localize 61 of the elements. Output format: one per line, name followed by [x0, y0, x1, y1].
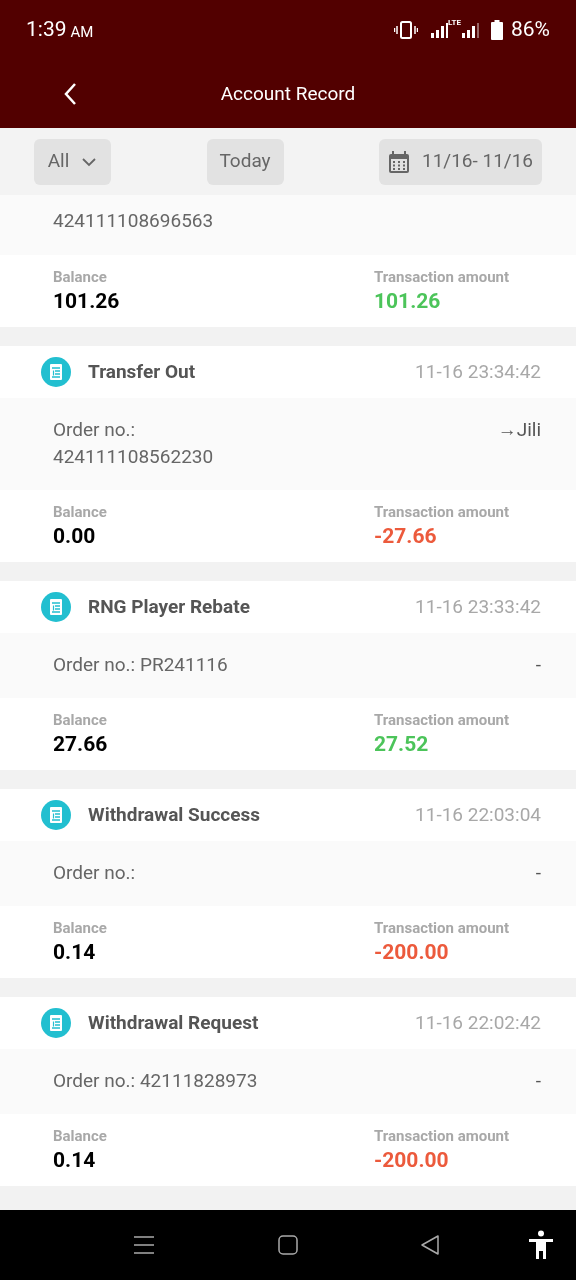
order-number: 424111108562230 — [53, 444, 214, 470]
type-dropdown[interactable]: All — [34, 138, 111, 185]
balance-label: Balance — [53, 1126, 107, 1146]
balance-label: Balance — [53, 502, 107, 522]
battery-percent: 86% — [511, 16, 550, 44]
order-number: Order no.: 42111828973 — [53, 1068, 258, 1095]
back-icon — [63, 82, 77, 106]
status-time: 1:39 — [26, 16, 67, 44]
back-icon[interactable] — [420, 1234, 440, 1256]
amount-label: Transaction amount — [374, 267, 511, 287]
order-note: - — [535, 1068, 541, 1095]
order-number: Order no.: — [53, 860, 136, 887]
balance-label: Balance — [53, 267, 108, 287]
amount-label: Transaction amount — [374, 918, 511, 938]
transaction-amount: -27.66 — [374, 523, 438, 550]
balance-value: 0.14 — [53, 1147, 97, 1174]
home-icon[interactable] — [278, 1235, 298, 1255]
order-number: 424111108696563 — [53, 208, 214, 234]
status-meridiem: AM — [70, 21, 94, 43]
accessibility-icon[interactable] — [528, 1230, 554, 1260]
network-type: LTE — [448, 19, 461, 27]
calendar-icon — [387, 149, 410, 174]
vibrate-icon — [394, 21, 419, 39]
page-title: Account Record — [220, 80, 356, 107]
receipt-icon — [40, 356, 72, 388]
record-time: 11-16 23:34:42 — [415, 358, 541, 385]
balance-value: 0.00 — [53, 523, 97, 550]
record-title: Withdrawal Success — [88, 801, 261, 828]
record-title: RNG Player Rebate — [88, 593, 250, 620]
transaction-amount: 27.52 — [374, 731, 430, 758]
record-title: Withdrawal Request — [88, 1009, 259, 1036]
balance-value: 0.14 — [53, 939, 97, 966]
record-time: 11-16 22:02:42 — [415, 1009, 541, 1036]
record-time: 11-16 23:33:42 — [415, 593, 541, 620]
order-label: Order no.: — [53, 417, 137, 443]
amount-label: Transaction amount — [374, 502, 511, 522]
chevron-down-icon — [81, 156, 98, 167]
receipt-icon — [40, 1007, 72, 1039]
amount-label: Transaction amount — [374, 1126, 511, 1146]
order-number: Order no.: PR241116 — [53, 652, 228, 679]
signal-icon — [430, 22, 449, 38]
record-time: 11-16 22:03:04 — [415, 801, 541, 828]
balance-label: Balance — [53, 710, 108, 730]
receipt-icon — [40, 799, 72, 831]
transaction-amount: -200.00 — [374, 939, 450, 966]
today-button[interactable]: Today — [206, 138, 284, 185]
order-note: - — [535, 860, 541, 887]
transaction-amount: 101.26 — [374, 288, 442, 315]
amount-label: Transaction amount — [374, 710, 511, 730]
signal-icon — [461, 22, 479, 38]
order-note: - — [535, 652, 541, 679]
record-title: Transfer Out — [88, 358, 196, 385]
balance-value: 101.26 — [53, 288, 120, 315]
order-note: →Jili — [497, 417, 541, 443]
transaction-amount: -200.00 — [374, 1147, 450, 1174]
balance-label: Balance — [53, 918, 107, 938]
battery-icon — [491, 20, 503, 40]
menu-icon[interactable] — [134, 1235, 154, 1255]
balance-value: 27.66 — [53, 731, 108, 758]
date-range-button[interactable]: 11/16- 11/16 — [379, 138, 542, 185]
receipt-icon — [40, 591, 72, 623]
